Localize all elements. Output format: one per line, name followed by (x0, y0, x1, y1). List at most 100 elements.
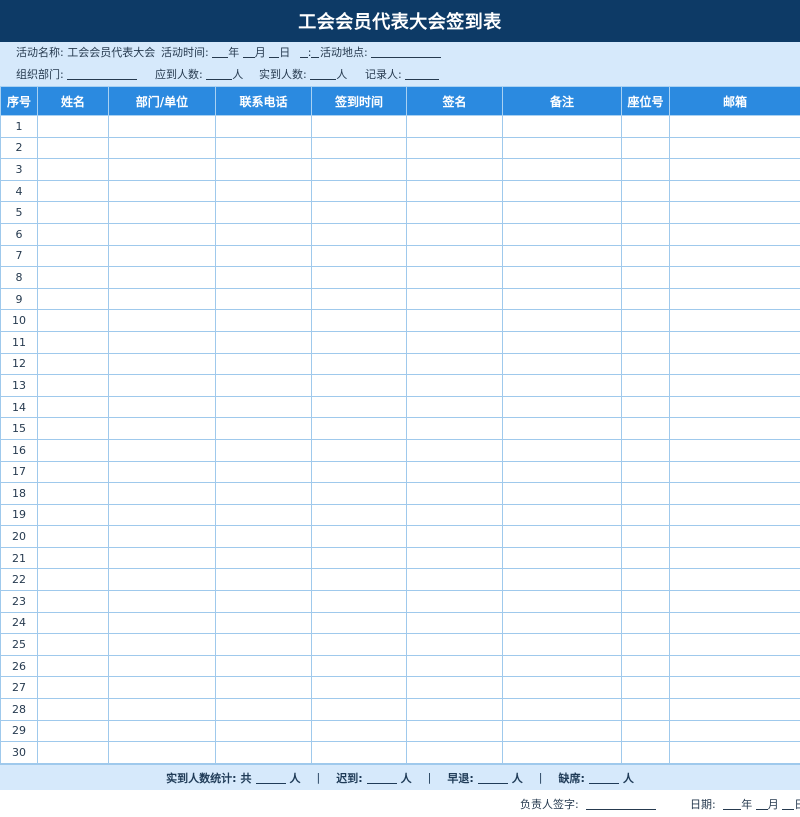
cell-sign-in-time[interactable] (311, 222, 407, 246)
date-month-blank[interactable] (755, 797, 768, 810)
cell-name[interactable] (37, 438, 109, 462)
cell-signature[interactable] (406, 417, 503, 440)
cell-department[interactable] (108, 309, 216, 332)
cell-signature[interactable] (406, 266, 503, 289)
cell-department[interactable] (108, 287, 216, 311)
cell-phone[interactable] (215, 330, 312, 354)
cell-name[interactable] (37, 374, 109, 397)
cell-seat[interactable] (621, 352, 670, 376)
cell-sign-in-time[interactable] (311, 611, 407, 635)
cell-department[interactable] (108, 352, 216, 376)
cell-seat[interactable] (621, 136, 670, 160)
cell-phone[interactable] (215, 698, 312, 721)
cell-email[interactable] (669, 676, 800, 700)
cell-seat[interactable] (621, 179, 670, 203)
cell-name[interactable] (37, 676, 109, 700)
cell-phone[interactable] (215, 352, 312, 376)
cell-sign-in-time[interactable] (311, 503, 407, 527)
cell-phone[interactable] (215, 222, 312, 246)
cell-name[interactable] (37, 266, 109, 289)
cell-name[interactable] (37, 287, 109, 311)
cell-seat[interactable] (621, 158, 670, 181)
actual-blank[interactable] (310, 67, 337, 80)
cell-remarks[interactable] (502, 741, 622, 764)
cell-seat[interactable] (621, 546, 670, 570)
cell-email[interactable] (669, 741, 800, 764)
cell-signature[interactable] (406, 330, 503, 354)
cell-seat[interactable] (621, 676, 670, 700)
cell-name[interactable] (37, 568, 109, 592)
cell-name[interactable] (37, 525, 109, 548)
cell-name[interactable] (37, 654, 109, 678)
cell-email[interactable] (669, 611, 800, 635)
cell-sign-in-time[interactable] (311, 438, 407, 462)
cell-signature[interactable] (406, 136, 503, 160)
cell-remarks[interactable] (502, 719, 622, 743)
cell-email[interactable] (669, 158, 800, 181)
cell-name[interactable] (37, 244, 109, 268)
cell-remarks[interactable] (502, 395, 622, 419)
cell-email[interactable] (669, 374, 800, 397)
cell-department[interactable] (108, 482, 216, 505)
cell-email[interactable] (669, 266, 800, 289)
cell-remarks[interactable] (502, 525, 622, 548)
cell-signature[interactable] (406, 244, 503, 268)
cell-phone[interactable] (215, 244, 312, 268)
cell-signature[interactable] (406, 158, 503, 181)
cell-seat[interactable] (621, 244, 670, 268)
cell-phone[interactable] (215, 417, 312, 440)
cell-email[interactable] (669, 719, 800, 743)
cell-name[interactable] (37, 698, 109, 721)
cell-sign-in-time[interactable] (311, 201, 407, 224)
cell-department[interactable] (108, 158, 216, 181)
cell-department[interactable] (108, 546, 216, 570)
cell-sign-in-time[interactable] (311, 352, 407, 376)
cell-name[interactable] (37, 590, 109, 613)
summary-early-blank[interactable] (477, 771, 508, 784)
time-month-blank[interactable] (242, 45, 255, 58)
cell-phone[interactable] (215, 201, 312, 224)
cell-sign-in-time[interactable] (311, 633, 407, 656)
time-minute-blank[interactable] (311, 45, 320, 58)
cell-phone[interactable] (215, 115, 312, 138)
cell-seat[interactable] (621, 633, 670, 656)
cell-seat[interactable] (621, 287, 670, 311)
cell-sign-in-time[interactable] (311, 417, 407, 440)
cell-seat[interactable] (621, 568, 670, 592)
cell-signature[interactable] (406, 287, 503, 311)
cell-phone[interactable] (215, 546, 312, 570)
org-dept-blank[interactable] (67, 67, 138, 80)
signer-blank[interactable] (586, 797, 657, 810)
cell-name[interactable] (37, 201, 109, 224)
cell-department[interactable] (108, 266, 216, 289)
cell-department[interactable] (108, 417, 216, 440)
cell-phone[interactable] (215, 676, 312, 700)
cell-signature[interactable] (406, 179, 503, 203)
cell-sign-in-time[interactable] (311, 309, 407, 332)
cell-seat[interactable] (621, 438, 670, 462)
cell-department[interactable] (108, 438, 216, 462)
expected-blank[interactable] (206, 67, 233, 80)
cell-sign-in-time[interactable] (311, 266, 407, 289)
cell-sign-in-time[interactable] (311, 136, 407, 160)
cell-department[interactable] (108, 115, 216, 138)
cell-email[interactable] (669, 482, 800, 505)
cell-email[interactable] (669, 201, 800, 224)
cell-signature[interactable] (406, 633, 503, 656)
cell-sign-in-time[interactable] (311, 158, 407, 181)
cell-signature[interactable] (406, 741, 503, 764)
cell-signature[interactable] (406, 568, 503, 592)
cell-email[interactable] (669, 438, 800, 462)
cell-name[interactable] (37, 633, 109, 656)
cell-email[interactable] (669, 136, 800, 160)
cell-sign-in-time[interactable] (311, 287, 407, 311)
cell-signature[interactable] (406, 374, 503, 397)
cell-name[interactable] (37, 460, 109, 484)
cell-phone[interactable] (215, 633, 312, 656)
cell-seat[interactable] (621, 201, 670, 224)
cell-sign-in-time[interactable] (311, 330, 407, 354)
cell-signature[interactable] (406, 654, 503, 678)
cell-signature[interactable] (406, 115, 503, 138)
cell-seat[interactable] (621, 741, 670, 764)
cell-seat[interactable] (621, 460, 670, 484)
